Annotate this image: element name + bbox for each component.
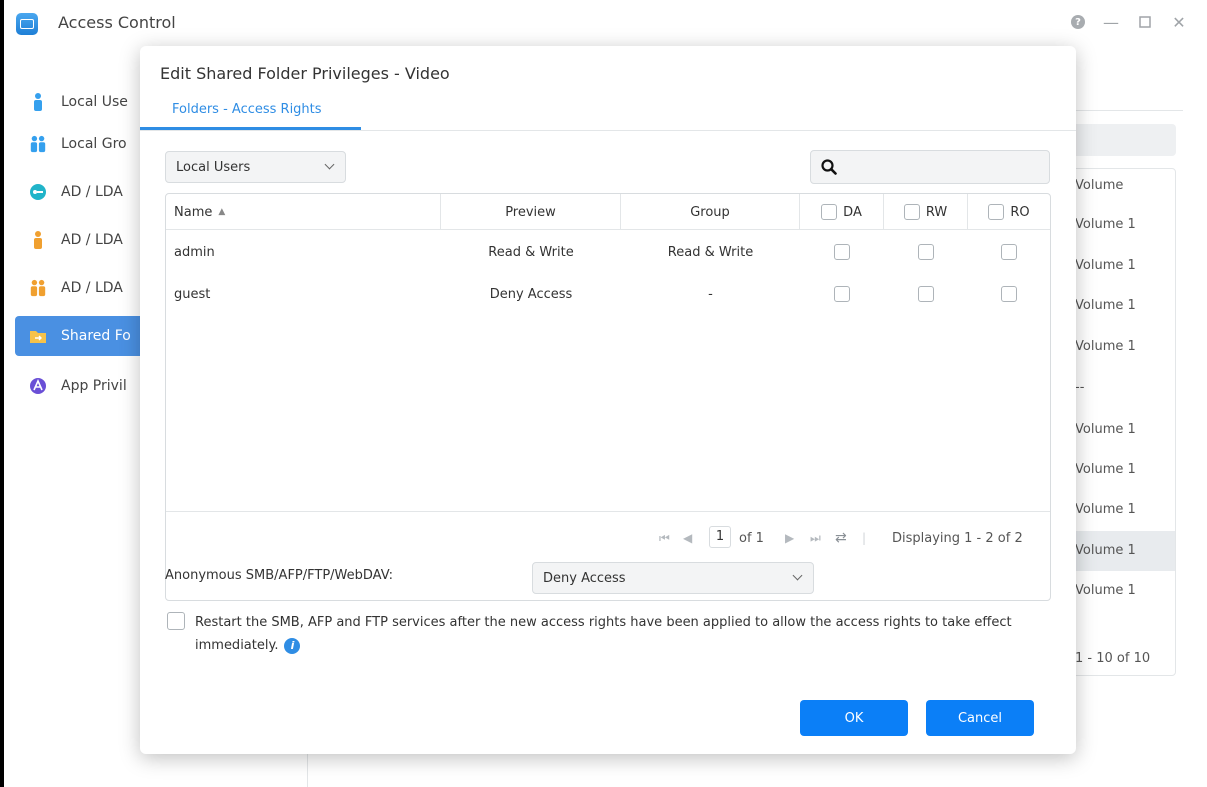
- column-header-rw[interactable]: RW: [884, 194, 968, 230]
- sort-ascending-icon: ▲: [218, 207, 226, 217]
- access-control-app-icon: [16, 13, 38, 35]
- tab-folders-access-rights[interactable]: Folders - Access Rights: [172, 102, 322, 117]
- column-header-preview[interactable]: Preview: [441, 194, 621, 230]
- help-icon[interactable]: ?: [1071, 15, 1085, 29]
- cell-group: -: [708, 286, 713, 302]
- edit-privileges-dialog: Edit Shared Folder Privileges - Video Fo…: [140, 46, 1076, 754]
- background-cell[interactable]: Volume 1: [1075, 502, 1136, 517]
- info-icon[interactable]: i: [284, 637, 301, 654]
- window-border: [0, 0, 4, 787]
- column-header-label: Group: [690, 204, 730, 220]
- da-checkbox[interactable]: [834, 286, 850, 302]
- privileges-table: Name ▲ Preview Group DA RW RO admin Read…: [165, 193, 1051, 601]
- column-header-label: RW: [925, 204, 948, 220]
- ok-button[interactable]: OK: [800, 700, 908, 736]
- background-cell[interactable]: Volume 1: [1075, 543, 1136, 558]
- background-pager-text: 1 - 10 of 10: [1075, 651, 1151, 666]
- sidebar-item-label: AD / LDA: [61, 280, 123, 296]
- column-header-label: Preview: [505, 204, 556, 220]
- page-number-input[interactable]: 1: [709, 526, 731, 548]
- rw-checkbox[interactable]: [918, 286, 934, 302]
- window-controls: ? — ✕: [1071, 13, 1187, 32]
- search-icon: [821, 159, 837, 175]
- table-row[interactable]: guest Deny Access -: [166, 273, 1050, 315]
- last-page-icon[interactable]: ⏭: [810, 527, 821, 549]
- maximize-icon[interactable]: [1137, 14, 1153, 30]
- key-icon: [29, 183, 47, 201]
- group-icon: [29, 279, 47, 297]
- next-page-icon[interactable]: ▶: [785, 527, 794, 549]
- column-header-label: DA: [843, 204, 862, 220]
- da-checkbox[interactable]: [834, 244, 850, 260]
- column-header-name[interactable]: Name ▲: [166, 194, 441, 230]
- table-header: Name ▲ Preview Group DA RW RO: [166, 194, 1050, 230]
- previous-page-icon[interactable]: ◀: [683, 527, 692, 549]
- app-window: Access Control ? — ✕ Local Use Local Gro…: [0, 0, 1207, 787]
- column-header-label: Name: [174, 204, 213, 220]
- anonymous-access-value: Deny Access: [543, 570, 626, 586]
- cell-name: guest: [174, 286, 211, 302]
- chevron-down-icon: [324, 159, 335, 170]
- refresh-icon[interactable]: ⇄: [835, 527, 847, 549]
- user-type-select[interactable]: Local Users: [165, 151, 346, 183]
- select-all-ro-checkbox[interactable]: [988, 204, 1005, 220]
- cell-preview: Deny Access: [489, 286, 573, 302]
- sidebar-item-label: Shared Fo: [61, 328, 131, 344]
- background-cell[interactable]: Volume 1: [1075, 217, 1136, 232]
- user-type-value: Local Users: [176, 159, 251, 175]
- background-cell[interactable]: Volume 1: [1075, 258, 1136, 273]
- cancel-button[interactable]: Cancel: [926, 700, 1034, 736]
- background-column-header[interactable]: Volume: [1075, 178, 1123, 193]
- pager-separator: |: [862, 531, 867, 545]
- search-input[interactable]: [810, 150, 1050, 184]
- ro-checkbox[interactable]: [1001, 244, 1017, 260]
- group-icon: [29, 135, 47, 153]
- select-all-da-checkbox[interactable]: [821, 204, 838, 220]
- sidebar-item-label: AD / LDA: [61, 184, 123, 200]
- anonymous-access-label: Anonymous SMB/AFP/FTP/WebDAV:: [165, 568, 393, 583]
- background-cell[interactable]: --: [1075, 380, 1084, 395]
- sidebar-item-label: Local Gro: [61, 136, 127, 152]
- background-cell[interactable]: Volume 1: [1075, 462, 1136, 477]
- first-page-icon[interactable]: ⏮: [659, 527, 670, 549]
- restart-services-checkbox[interactable]: [167, 612, 185, 630]
- close-icon[interactable]: ✕: [1171, 13, 1187, 32]
- user-icon: [29, 231, 47, 249]
- cell-name: admin: [174, 244, 215, 260]
- anonymous-access-select[interactable]: Deny Access: [532, 562, 814, 594]
- background-cell[interactable]: Volume 1: [1075, 422, 1136, 437]
- rw-checkbox[interactable]: [918, 244, 934, 260]
- select-all-rw-checkbox[interactable]: [903, 204, 920, 220]
- user-icon: [29, 93, 47, 111]
- sidebar-item-label: AD / LDA: [61, 232, 123, 248]
- app-icon: [29, 377, 47, 395]
- sidebar-item-label: App Privil: [61, 378, 127, 394]
- restart-services-label: Restart the SMB, AFP and FTP services af…: [195, 611, 1055, 657]
- background-cell[interactable]: Volume 1: [1075, 583, 1136, 598]
- restart-services-text: Restart the SMB, AFP and FTP services af…: [195, 615, 1012, 653]
- column-header-group[interactable]: Group: [621, 194, 800, 230]
- background-cell[interactable]: Volume 1: [1075, 339, 1136, 354]
- cell-preview: Read & Write: [488, 244, 574, 260]
- sidebar-item-label: Local Use: [61, 94, 128, 110]
- displaying-text: Displaying 1 - 2 of 2: [892, 530, 1023, 546]
- ro-checkbox[interactable]: [1001, 286, 1017, 302]
- table-row[interactable]: admin Read & Write Read & Write: [166, 231, 1050, 273]
- page-count: of 1: [739, 530, 764, 546]
- window-title: Access Control: [58, 13, 176, 32]
- column-header-ro[interactable]: RO: [968, 194, 1050, 230]
- background-cell[interactable]: Volume 1: [1075, 298, 1136, 313]
- dialog-title: Edit Shared Folder Privileges - Video: [160, 64, 450, 83]
- cell-group: Read & Write: [667, 244, 754, 260]
- column-header-da[interactable]: DA: [800, 194, 884, 230]
- background-search-input[interactable]: [1060, 124, 1176, 156]
- chevron-down-icon: [792, 570, 803, 581]
- column-header-label: RO: [1010, 204, 1030, 220]
- tab-divider: [140, 130, 1076, 131]
- minimize-icon[interactable]: —: [1103, 13, 1119, 32]
- folder-icon: [29, 327, 47, 345]
